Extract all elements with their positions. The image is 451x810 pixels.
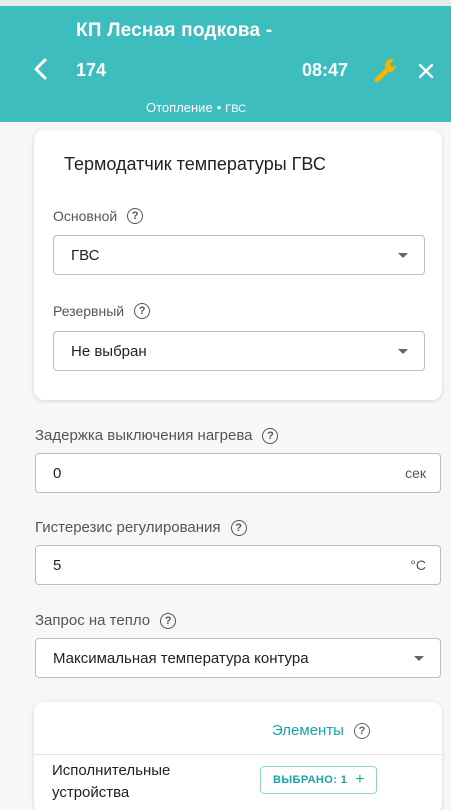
hysteresis-input[interactable]: 5 °C [35,545,441,585]
breadcrumb-separator: • [216,100,222,115]
reserve-label-text: Резервный [53,303,125,319]
primary-label-text: Основной [53,208,118,224]
app-header: КП Лесная подкова - 174 08:47 Отопление •… [0,0,451,122]
dropdown-arrow-icon [414,656,424,661]
plus-icon: + [355,771,366,788]
hysteresis-unit: °C [410,557,426,573]
primary-label: Основной ? [53,208,144,224]
help-icon[interactable]: ? [262,427,279,444]
dropdown-arrow-icon [398,349,408,354]
help-icon[interactable]: ? [127,208,144,224]
heat-request-label-text: Запрос на тепло [35,612,151,629]
dropdown-arrow-icon [398,253,408,258]
delay-value: 0 [53,464,62,482]
settings-content: Термодатчик температуры ГВС Основной ? Г… [0,122,451,810]
clock-time: 08:47 [302,60,349,80]
selected-count: ВЫБРАНО: 1 [273,774,348,786]
sensor-card-title: Термодатчик температуры ГВС [64,154,326,174]
reserve-sensor-select[interactable]: Не выбран [53,331,425,371]
delay-unit: сек [405,465,426,481]
delay-label: Задержка выключения нагрева ? [35,427,279,444]
chevron-left-icon[interactable] [30,56,52,82]
hysteresis-label-text: Гистерезис регулирования [35,519,221,536]
hysteresis-value: 5 [53,556,62,574]
actuators-label: Исполнительные устройства [52,762,171,801]
reserve-label: Резервный ? [53,303,151,319]
elements-header-text: Элементы [272,722,344,739]
help-icon[interactable]: ? [230,519,247,536]
heat-request-value: Максимальная температура контура [53,649,309,667]
delay-label-text: Задержка выключения нагрева [35,427,253,444]
selected-actuators-button[interactable]: ВЫБРАНО: 1 + [260,766,377,794]
reserve-sensor-value: Не выбран [71,342,147,360]
close-icon[interactable] [417,62,435,80]
elements-card: Элементы ? Исполнительные устройства ВЫБ… [34,702,442,810]
sensor-card: Термодатчик температуры ГВС Основной ? Г… [34,130,442,400]
breadcrumb-current: ГВС [225,103,247,115]
elements-header: Элементы ? [272,722,370,739]
heat-request-label: Запрос на тепло ? [35,612,177,629]
primary-sensor-select[interactable]: ГВС [53,235,425,275]
help-icon[interactable]: ? [353,722,370,739]
help-icon[interactable]: ? [134,303,151,319]
delay-input[interactable]: 0 сек [35,453,441,493]
breadcrumb-section[interactable]: Отопление [146,100,213,115]
wrench-icon[interactable] [372,56,400,84]
primary-sensor-value: ГВС [71,246,100,264]
divider [34,754,442,755]
object-number: 174 [76,60,107,80]
breadcrumb: Отопление • ГВС [146,100,246,115]
help-icon[interactable]: ? [160,612,177,629]
object-title: КП Лесная подкова - [76,20,273,41]
hysteresis-label: Гистерезис регулирования ? [35,519,247,536]
heat-request-select[interactable]: Максимальная температура контура [35,638,441,678]
